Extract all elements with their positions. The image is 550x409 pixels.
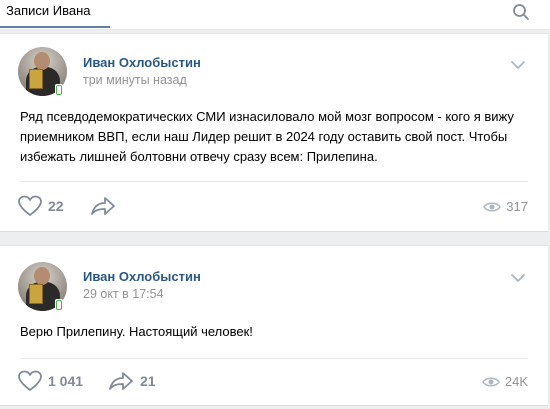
avatar-book — [29, 284, 43, 304]
views-counter: 317 — [483, 199, 528, 214]
share-button[interactable] — [90, 195, 122, 217]
post-divider — [20, 358, 528, 359]
avatar-face — [34, 267, 50, 285]
post-text: Ряд псевдодемократических СМИ изнасилова… — [20, 109, 514, 164]
wall-post: Иван Охлобыстин три минуты назад Ряд псе… — [0, 33, 548, 232]
like-count: 1 041 — [48, 373, 84, 389]
active-tab-underline — [0, 26, 110, 28]
chevron-down-icon[interactable] — [510, 273, 526, 283]
avatar-book — [29, 69, 43, 89]
like-button[interactable]: 22 — [18, 195, 64, 217]
chevron-down-icon[interactable] — [510, 60, 526, 70]
mobile-online-icon — [55, 84, 63, 96]
like-button[interactable]: 1 041 — [18, 370, 83, 392]
share-arrow-icon — [91, 197, 115, 215]
views-count: 317 — [506, 199, 528, 214]
post-author[interactable]: Иван Охлобыстин — [83, 269, 201, 284]
post-time[interactable]: три минуты назад — [83, 73, 187, 87]
post-text: Верю Прилепину. Настоящий человек! — [20, 324, 253, 339]
post-time[interactable]: 29 окт в 17:54 — [83, 287, 164, 301]
share-arrow-icon — [109, 372, 133, 390]
avatar-face — [34, 52, 50, 70]
views-count: 24K — [504, 374, 528, 389]
search-icon[interactable] — [512, 3, 530, 21]
views-counter: 24K — [481, 374, 528, 389]
mobile-online-icon — [55, 299, 63, 311]
share-button[interactable]: 21 — [108, 370, 156, 392]
eye-icon — [483, 202, 502, 211]
wall-header: Записи Ивана — [0, 0, 550, 30]
heart-icon — [18, 195, 42, 216]
eye-icon — [481, 377, 500, 386]
post-author[interactable]: Иван Охлобыстин — [83, 55, 201, 70]
wall-tab-title[interactable]: Записи Ивана — [6, 3, 91, 24]
like-count: 22 — [48, 198, 64, 214]
share-count: 21 — [140, 373, 156, 389]
heart-icon — [18, 370, 42, 391]
post-divider — [20, 181, 528, 182]
wall-post: Иван Охлобыстин 29 окт в 17:54 Верю Прил… — [0, 245, 548, 406]
